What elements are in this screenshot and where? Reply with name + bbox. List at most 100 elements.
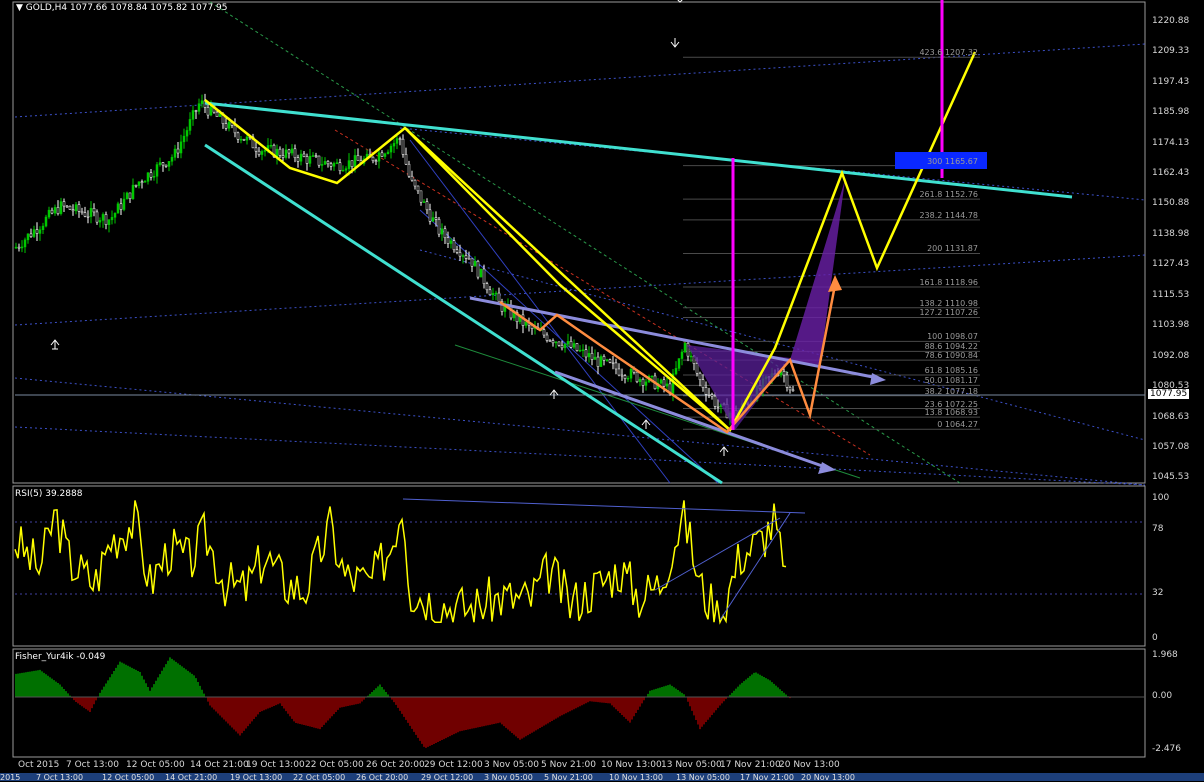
candle-body	[704, 387, 708, 395]
purple-triangle-target	[790, 180, 845, 365]
candle-body	[299, 153, 303, 162]
candle-body	[284, 149, 288, 158]
candle-body	[449, 240, 453, 244]
candle-body	[791, 389, 795, 392]
green-dashed-trendline	[209, 1, 961, 484]
candle-body	[560, 345, 564, 349]
candle-body	[326, 161, 330, 165]
candle-body	[605, 359, 609, 361]
candle-body	[548, 340, 552, 342]
candle-body	[395, 138, 399, 144]
candle-body	[161, 162, 165, 166]
candle-body	[74, 204, 78, 212]
time-tick-label: 22 Oct 05:00	[305, 760, 364, 770]
price-tick-label: 1150.88	[1152, 198, 1190, 209]
candle-body	[476, 261, 480, 278]
candle-body	[698, 372, 702, 380]
candlestick-series	[14, 93, 795, 426]
candle-body	[83, 212, 87, 217]
time-tick-label: Oct 2015	[18, 760, 60, 770]
candle-body	[377, 152, 381, 162]
price-tick-label: 1185.98	[1152, 106, 1190, 117]
candle-body	[497, 292, 501, 302]
candle-body	[635, 371, 639, 382]
candle-body	[14, 246, 18, 249]
price-tick-label: 1103.98	[1152, 320, 1190, 330]
candle-body	[296, 157, 300, 162]
candle-body	[419, 190, 423, 203]
candle-body	[245, 136, 249, 141]
candle-body	[179, 141, 183, 154]
fib-level-label: 138.2 1110.98	[919, 298, 978, 308]
candle-body	[473, 261, 477, 267]
candle-body	[608, 359, 612, 363]
candle-body	[623, 375, 627, 379]
candle-body	[404, 154, 408, 165]
candle-body	[41, 225, 45, 230]
candle-body	[617, 368, 621, 376]
candle-body	[599, 356, 603, 367]
candle-body	[101, 214, 105, 221]
candle-body	[65, 205, 69, 208]
candle-body	[257, 150, 261, 155]
candle-body	[137, 181, 141, 186]
candle-body	[482, 268, 486, 284]
fib-level-label: 50.0 1081.17	[924, 376, 978, 386]
candle-body	[680, 351, 684, 359]
candle-body	[305, 156, 309, 164]
price-tick-label: 1220.88	[1152, 16, 1190, 26]
fib-level-label: 127.2 1107.26	[919, 308, 978, 318]
fib-level-label: 13.8 1068.93	[924, 408, 978, 418]
candle-body	[446, 237, 450, 244]
fib-level-label: 0 1064.27	[937, 420, 978, 430]
candle-body	[701, 379, 705, 388]
fib-level-label: 238.2 1144.78	[919, 210, 978, 220]
candle-body	[134, 184, 138, 187]
rsi-tick-label: 0	[1152, 633, 1158, 643]
candle-body	[461, 255, 465, 257]
candle-body	[56, 207, 60, 214]
candle-body	[35, 229, 39, 234]
candle-body	[95, 211, 99, 223]
candle-body	[122, 198, 126, 210]
candle-body	[170, 157, 174, 162]
time-tick-label: 19 Oct 13:00	[246, 760, 305, 770]
candle-body	[146, 172, 150, 182]
candle-body	[215, 111, 219, 117]
candle-body	[176, 148, 180, 154]
rsi-tick-label: 100	[1152, 493, 1170, 503]
fisher-tick-label: 1.968	[1152, 650, 1178, 660]
fib-level-label: 200 1131.87	[927, 244, 978, 254]
candle-body	[638, 379, 642, 382]
candle-body	[491, 293, 495, 296]
candle-body	[785, 374, 789, 388]
candle-body	[20, 246, 24, 249]
candle-body	[59, 201, 63, 214]
candle-body	[665, 383, 669, 387]
ohlc-values: 1077.66 1078.84 1075.82 1077.95	[70, 3, 228, 13]
rsi-line	[14, 500, 787, 625]
candle-body	[116, 203, 120, 214]
candle-body	[551, 340, 555, 344]
fractal-arrow-markers	[50, 0, 729, 456]
candle-body	[566, 341, 570, 345]
candle-body	[293, 148, 297, 159]
candle-body	[125, 192, 129, 200]
candle-body	[440, 228, 444, 235]
candle-body	[140, 181, 144, 184]
candle-body	[242, 138, 246, 141]
candle-body	[434, 217, 438, 220]
time-tick-label: 14 Oct 21:00	[190, 760, 249, 770]
candle-body	[68, 205, 72, 210]
candle-body	[425, 201, 429, 211]
candle-body	[17, 246, 21, 249]
candle-body	[278, 148, 282, 156]
candle-body	[662, 379, 666, 387]
candle-body	[233, 125, 237, 134]
candle-body	[389, 145, 393, 153]
candle-body	[158, 162, 162, 165]
candle-body	[644, 381, 648, 386]
candle-body	[467, 257, 471, 260]
candle-body	[281, 155, 285, 158]
candle-body	[32, 229, 36, 237]
